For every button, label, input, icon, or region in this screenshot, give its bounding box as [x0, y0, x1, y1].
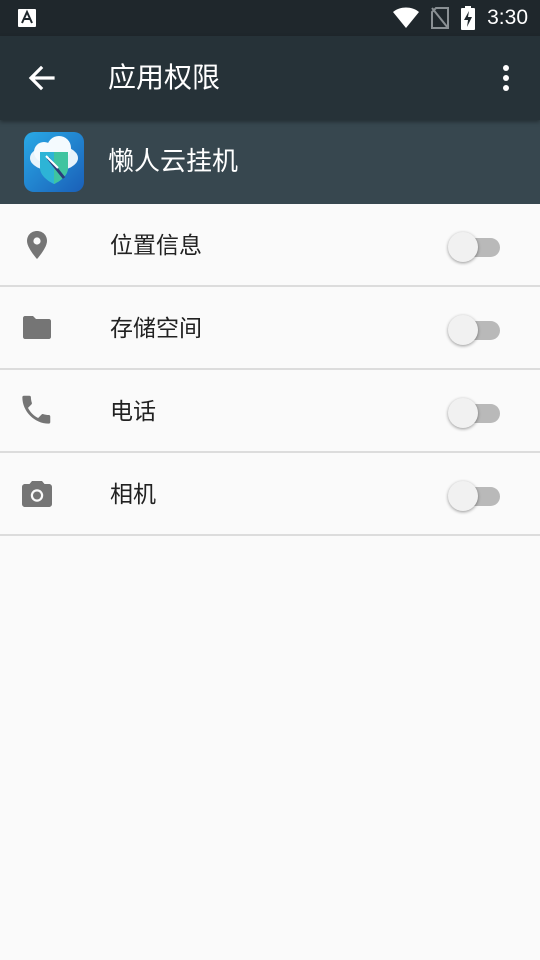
- switch-thumb: [448, 315, 478, 345]
- permission-label: 位置信息: [110, 233, 202, 259]
- switch-thumb: [448, 481, 478, 511]
- permission-label: 相机: [110, 482, 156, 508]
- app-cloud-shield-icon: [24, 132, 84, 192]
- permission-list: 位置信息 存储空间 电话 相机: [0, 204, 540, 536]
- status-bar: 3:30: [0, 0, 540, 36]
- phone-permission-switch[interactable]: [448, 395, 502, 429]
- battery-charging-icon: [461, 6, 476, 30]
- permission-row-storage[interactable]: 存储空间: [0, 287, 540, 370]
- no-sim-icon: [431, 7, 450, 29]
- permission-row-location[interactable]: 位置信息: [0, 204, 540, 287]
- permission-label: 电话: [110, 399, 156, 425]
- folder-icon: [20, 311, 54, 345]
- permission-label: 存储空间: [110, 316, 202, 342]
- arrow-back-icon[interactable]: [24, 60, 60, 96]
- more-vert-icon[interactable]: [488, 60, 524, 96]
- switch-thumb: [448, 398, 478, 428]
- permission-row-camera[interactable]: 相机: [0, 453, 540, 536]
- location-pin-icon: [20, 228, 54, 262]
- camera-permission-switch[interactable]: [448, 478, 502, 512]
- page-title: 应用权限: [108, 61, 221, 94]
- toolbar: 应用权限: [0, 36, 540, 120]
- location-permission-switch[interactable]: [448, 229, 502, 263]
- notification-a-icon: [18, 9, 36, 27]
- status-clock: 3:30: [487, 6, 528, 29]
- app-header: 懒人云挂机: [0, 120, 540, 204]
- storage-permission-switch[interactable]: [448, 312, 502, 346]
- switch-thumb: [448, 232, 478, 262]
- phone-icon: [20, 394, 54, 428]
- camera-icon: [20, 477, 54, 511]
- app-name: 懒人云挂机: [108, 147, 239, 177]
- wifi-icon: [393, 7, 420, 29]
- permission-row-phone[interactable]: 电话: [0, 370, 540, 453]
